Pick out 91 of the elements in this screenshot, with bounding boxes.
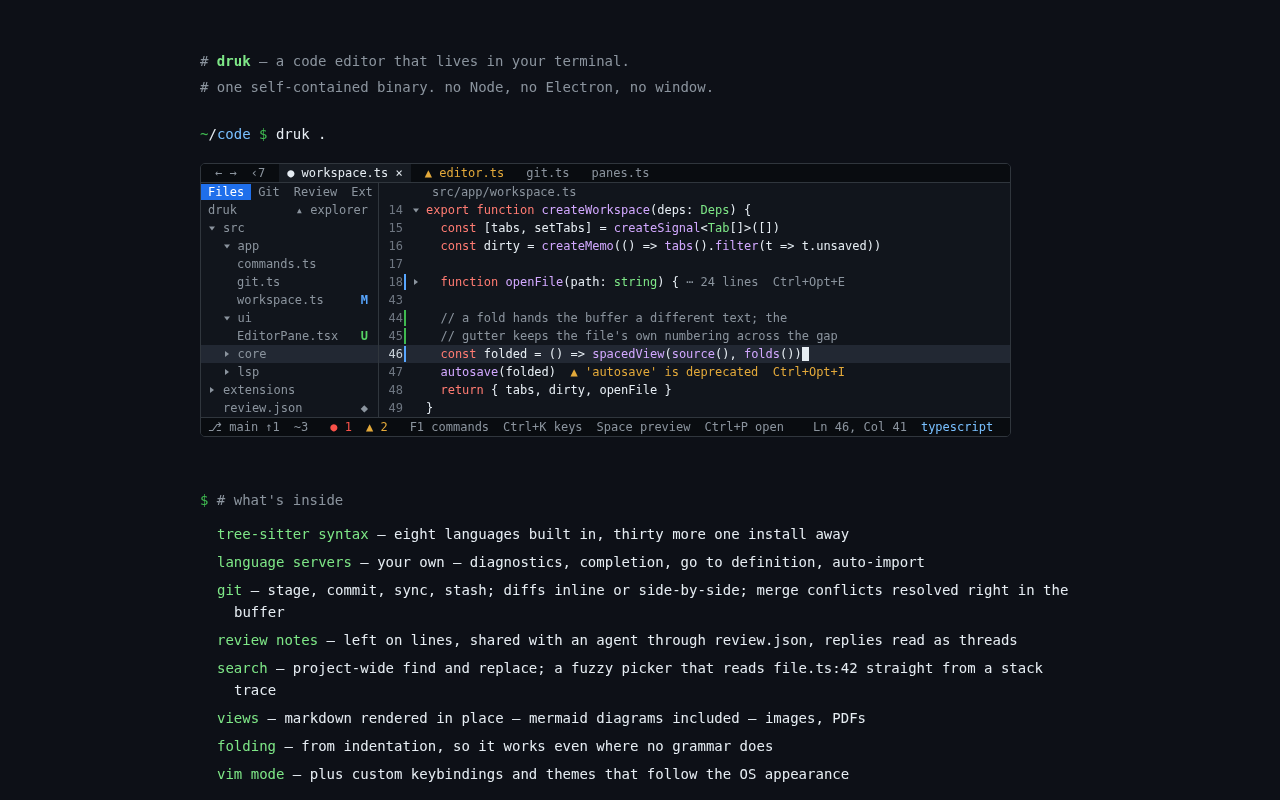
tree-row[interactable]: EditorPane.tsx U [201,327,378,345]
tree-row[interactable]: ui [201,309,378,327]
nav-arrows[interactable]: ← → [215,164,237,182]
tree-row[interactable]: src [201,219,378,237]
explorer-root: druk [208,202,237,219]
tree-row[interactable]: git.ts [201,273,378,291]
line-number: 46 [387,346,403,363]
sidebar-tab[interactable]: Files [201,184,252,200]
tree-label: lsp [237,364,260,381]
code-line: function openFile(path: string) { ⋯ 24 lines Ctrl+Opt+E [439,274,846,291]
text-cursor [801,347,809,361]
code-line: const folded = () => spacedView(source(), folds()) [439,346,802,363]
code-line: return { tabs, dirty, openFile } [439,382,672,399]
caret-right-icon[interactable] [222,368,231,376]
sidebar-tab[interactable]: Review [286,184,345,200]
sidebar-tab[interactable]: Ext [344,184,380,200]
line-number: 43 [387,292,403,309]
editor-tab[interactable]: panes.ts [583,164,658,182]
feature-item: vim mode — plus custom keybindings and themes that follow the OS appearance [217,765,851,784]
caret-right-icon[interactable] [412,278,420,286]
breadcrumb: src/app/workspace.ts [431,184,578,201]
git-status-label: M [360,292,368,309]
status-warning-count: ▲ 2 [365,419,388,436]
line-number: 18 [387,274,403,291]
feature-item: search — project-wide find and replace; a fuzzy picker that reads file.ts:42 straight from a stack trace [217,659,1045,700]
tree-label: commands.ts [237,256,317,273]
editor-tab[interactable]: ● workspace.ts × [279,164,411,182]
caret-down-icon[interactable] [208,224,216,232]
status-changes: ~3 [293,419,309,436]
comment-line: # druk — a code editor that lives in your terminal. [200,52,631,71]
status-error-count: ● 1 [330,419,352,436]
tree-row[interactable]: core [201,345,378,363]
feature-item: language servers — your own — diagnostics, completion, go to definition, auto-import [217,553,926,572]
command-prompt: ~/code $ druk . [200,125,328,144]
status-key-hint[interactable]: F1 commands [409,418,490,436]
tree-row[interactable]: app [201,237,378,255]
editor-tab[interactable]: ▲ editor.ts [416,164,513,182]
tree-label: app [237,238,260,255]
section-prompt: $ # what's inside [200,491,345,510]
sidebar-tab[interactable]: Git [251,184,287,200]
status-key-hint[interactable]: Space preview [596,418,691,436]
status-branch: ⎇ main ↑1 [208,419,280,436]
line-number: 45 [387,328,403,345]
code-line: // gutter keeps the file's own numbering across the gap [439,328,838,345]
caret-down-icon[interactable] [222,242,231,250]
line-number: 49 [387,400,403,417]
tree-label: git.ts [237,274,281,291]
code-line: export function createWorkspace(deps: Deps) { [426,202,752,219]
tree-row[interactable]: review.json ◆ [201,399,378,417]
editor-tab[interactable]: git.ts [518,164,578,182]
feature-item: folding — from indentation, so it works even where no grammar does [217,737,775,756]
tree-label: extensions [223,382,296,399]
feature-item: views — markdown rendered in place — mermaid diagrams included — images, PDFs [217,709,868,728]
tree-label: ui [237,310,252,327]
caret-down-icon[interactable] [222,314,231,322]
tree-label: EditorPane.tsx [237,328,339,345]
line-number: 15 [387,220,403,237]
line-number: 48 [387,382,403,399]
tree-label: workspace.ts [237,292,324,309]
tree-label: src [223,220,245,237]
caret-right-icon[interactable] [222,350,231,358]
code-line: // a fold hands the buffer a different text; the [439,310,788,327]
comment-line: # one self-contained binary. no Node, no Electron, no window. [200,78,716,97]
tree-row[interactable]: commands.ts [201,255,378,273]
explorer-title: ▴ explorer [295,202,368,219]
git-status-label: ◆ [360,400,368,417]
caret-right-icon[interactable] [208,386,216,394]
tree-row[interactable]: workspace.ts M [201,291,378,309]
line-number: 44 [387,310,403,327]
status-language-mode[interactable]: typescript [920,418,994,436]
tree-row[interactable]: extensions [201,381,378,399]
status-key-hint[interactable]: Ctrl+P open [704,418,784,436]
feature-item: tree-sitter syntax — eight languages built in, thirty more one install away [217,525,851,544]
tree-row[interactable]: lsp [201,363,378,381]
line-number: 14 [387,202,403,219]
line-number: 17 [387,256,403,273]
git-status-label: U [360,328,368,345]
tab-count: ‹7 [250,165,266,182]
code-line: const [tabs, setTabs] = createSignal<Tab[]>([]) [439,220,781,237]
feature-item: git — stage, commit, sync, stash; diffs inline or side-by-side; merge conflicts resolved right in the buffer [217,581,1070,622]
tree-label: review.json [223,400,303,417]
line-number: 16 [387,238,403,255]
status-key-hint[interactable]: Ctrl+K keys [503,418,583,436]
line-number: 47 [387,364,403,381]
code-line: } [426,400,434,417]
code-line: const dirty = createMemo(() => tabs().filter(t => t.unsaved)) [439,238,882,255]
tree-label: core [237,346,267,363]
caret-down-icon[interactable] [412,206,420,214]
code-line: autosave(folded) ▲ 'autosave' is deprecated Ctrl+Opt+I [439,364,846,381]
status-cursor-position: Ln 46, Col 41 [813,419,907,436]
feature-item: review notes — left on lines, shared with an agent through review.json, replies read as threads [217,631,1019,650]
